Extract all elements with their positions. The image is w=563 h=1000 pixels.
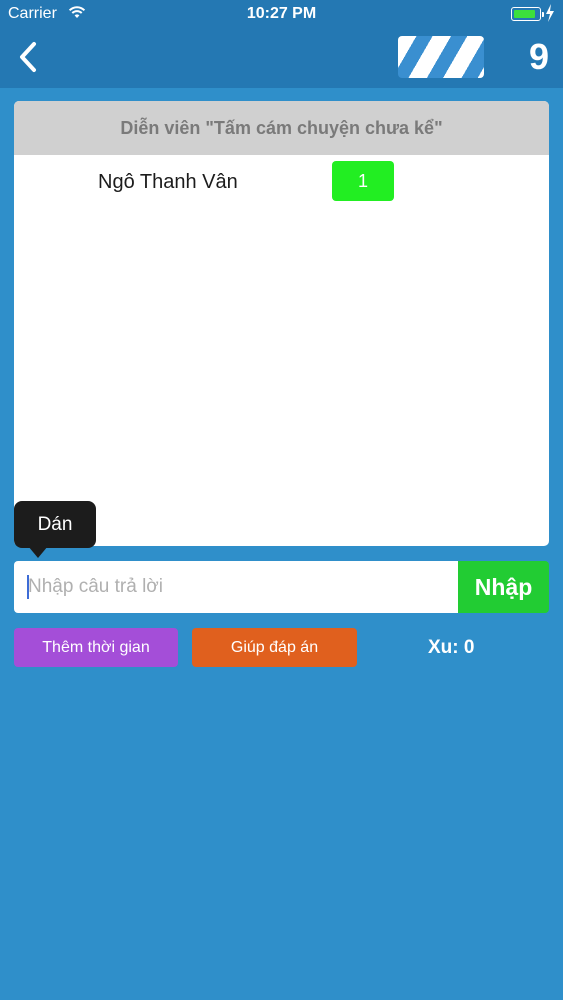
coin-counter: Xu: 0 [428,637,475,658]
back-chevron-icon[interactable] [14,40,42,74]
answer-row: Ngô Thanh Vân 1 [14,161,549,203]
nav-bar: 9 [0,28,563,88]
charging-bolt-icon [546,4,554,22]
status-bar: Carrier 10:27 PM [0,0,563,28]
hint-button[interactable]: Giúp đáp án [192,628,357,667]
submit-button[interactable]: Nhập [458,561,549,613]
striped-progress-icon [398,36,484,78]
question-card: Diễn viên "Tấm cám chuyện chưa kể" Ngô T… [14,101,549,546]
answer-input[interactable] [14,561,458,613]
level-number: 9 [528,36,549,77]
question-title: Diễn viên "Tấm cám chuyện chưa kể" [14,101,549,155]
text-caret [27,575,29,599]
add-time-button[interactable]: Thêm thời gian [14,628,178,667]
battery-icon [511,7,544,21]
answer-rank-badge: 1 [332,161,394,201]
tooltip-tail [28,546,48,558]
paste-tooltip[interactable]: Dán [14,501,96,548]
answer-text: Ngô Thanh Vân [98,171,238,193]
clock: 10:27 PM [246,5,317,22]
